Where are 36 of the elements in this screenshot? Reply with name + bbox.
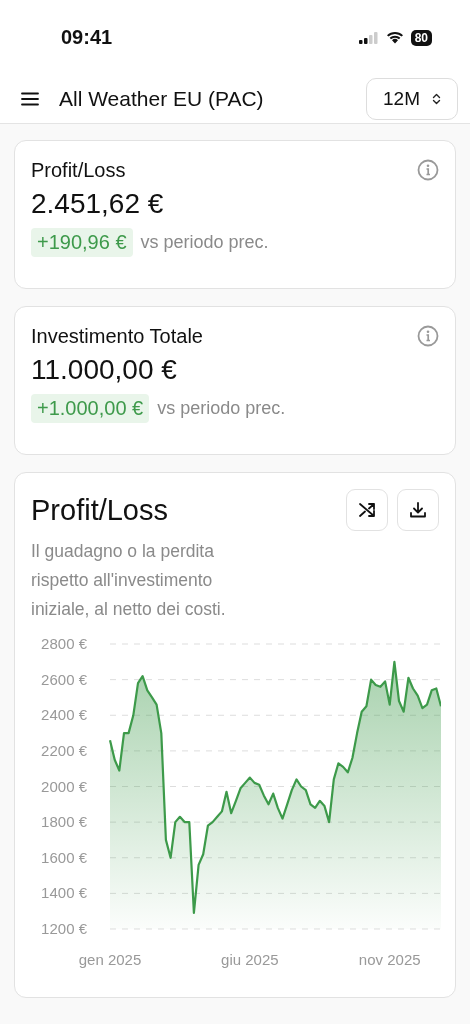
signal-icon: [358, 31, 379, 44]
comparison-label: vs periodo prec.: [157, 398, 286, 419]
status-time: 09:41: [61, 26, 113, 49]
battery-level: 80: [410, 29, 432, 46]
download-button[interactable]: [397, 489, 439, 531]
chart-description: Il guadagno o la perdita rispetto all'investimento iniziale, al netto dei costi.: [31, 540, 227, 621]
y-axis-label: 2600 €: [41, 670, 87, 688]
kpi-title: Profit/Loss: [31, 159, 126, 182]
y-axis-label: 1400 €: [41, 884, 87, 902]
menu-icon[interactable]: [21, 92, 39, 106]
kpi-title: Investimento Totale: [31, 325, 203, 348]
info-icon[interactable]: [417, 325, 439, 347]
x-axis-label: gen 2025: [78, 951, 142, 968]
comparison-label: vs periodo prec.: [140, 232, 269, 253]
download-icon: [409, 501, 427, 519]
y-axis-label: 2200 €: [41, 741, 87, 759]
chart-title: Profit/Loss: [31, 493, 168, 527]
shuffle-icon: [358, 501, 376, 519]
y-axis-label: 2000 €: [41, 777, 87, 795]
delta-badge: +190,96 €: [31, 228, 133, 257]
kpi-value: 11.000,00 €: [31, 354, 178, 386]
x-axis-label: giu 2025: [221, 951, 279, 968]
y-axis-label: 2400 €: [41, 706, 87, 724]
x-axis-label: nov 2025: [358, 951, 421, 968]
delta-badge: +1.000,00 €: [31, 394, 150, 423]
shuffle-button[interactable]: [346, 489, 388, 531]
y-axis-label: 2800 €: [41, 635, 87, 652]
y-axis-label: 1600 €: [41, 848, 87, 866]
y-axis-label: 1200 €: [41, 920, 87, 937]
portfolio-title: All Weather EU (PAC): [59, 87, 265, 111]
wifi-icon: [385, 31, 404, 44]
chevron-updown-icon: [432, 93, 441, 105]
period-select[interactable]: 12M: [366, 78, 458, 120]
info-icon[interactable]: [417, 159, 439, 181]
y-axis-label: 1800 €: [41, 813, 87, 831]
kpi-value: 2.451,62 €: [31, 188, 165, 220]
